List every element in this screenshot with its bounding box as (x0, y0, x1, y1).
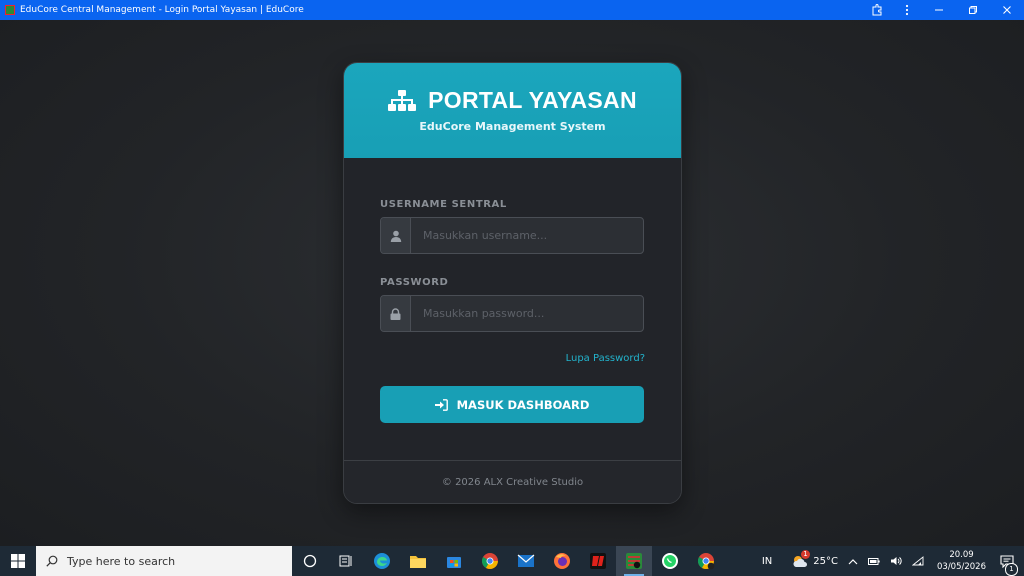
user-icon (381, 218, 411, 253)
brand-row: PORTAL YAYASAN (344, 87, 681, 114)
firefox-icon[interactable] (544, 546, 580, 576)
notification-icon[interactable]: 1 (994, 554, 1024, 576)
battery-icon[interactable] (863, 557, 885, 566)
login-button[interactable]: MASUK DASHBOARD (380, 386, 644, 423)
app-icon (5, 5, 15, 15)
sign-in-icon (434, 398, 448, 411)
username-label: USERNAME SENTRAL (380, 199, 507, 210)
login-button-label: MASUK DASHBOARD (456, 397, 590, 412)
username-input[interactable] (411, 218, 643, 253)
task-view-icon[interactable] (292, 546, 328, 576)
weather-icon: 1 (791, 550, 810, 569)
restore-icon[interactable] (956, 0, 990, 20)
notification-count: 1 (1005, 562, 1018, 576)
close-icon[interactable] (990, 0, 1024, 20)
password-input[interactable] (411, 296, 643, 331)
window-controls (862, 0, 1024, 20)
username-field (380, 217, 644, 254)
system-tray: IN 1 25°C 20.09 03/05/2026 1 (757, 546, 1024, 576)
window-title-bar: EduCore Central Management - Login Porta… (0, 0, 1024, 20)
taskbar-clock[interactable]: 20.09 03/05/2026 (929, 549, 994, 573)
wifi-icon[interactable] (907, 556, 929, 566)
password-label: PASSWORD (380, 277, 449, 288)
weather-temperature: 25°C (813, 555, 838, 567)
portal-subtitle: EduCore Management System (419, 120, 606, 133)
chrome-icon[interactable] (472, 546, 508, 576)
forgot-password-link[interactable]: Lupa Password? (566, 353, 645, 364)
card-header: PORTAL YAYASAN EduCore Management System (344, 63, 681, 158)
weather-widget[interactable]: 1 25°C (786, 550, 843, 569)
page-background: PORTAL YAYASAN EduCore Management System… (0, 20, 1024, 546)
window-title: EduCore Central Management - Login Porta… (20, 5, 304, 15)
chrome-profile-icon[interactable] (688, 546, 724, 576)
password-field (380, 295, 644, 332)
taskbar-search-box[interactable]: Type here to search (36, 546, 292, 576)
widgets-icon[interactable] (328, 546, 364, 576)
more-icon[interactable] (892, 0, 922, 20)
extensions-icon[interactable] (862, 0, 892, 20)
clock-date: 03/05/2026 (937, 562, 986, 572)
mail-icon[interactable] (508, 546, 544, 576)
chevron-up-icon[interactable] (843, 558, 863, 565)
educore-app-icon[interactable] (616, 546, 652, 576)
sitemap-icon (388, 89, 417, 111)
copyright-text: © 2026 ALX Creative Studio (441, 477, 584, 488)
portal-title: PORTAL YAYASAN (428, 87, 637, 113)
app-red-icon[interactable] (580, 546, 616, 576)
card-footer: © 2026 ALX Creative Studio (344, 460, 681, 503)
whatsapp-icon[interactable] (652, 546, 688, 576)
lock-icon (381, 296, 411, 331)
search-icon (46, 555, 58, 567)
language-indicator[interactable]: IN (757, 556, 786, 567)
login-card: PORTAL YAYASAN EduCore Management System… (343, 62, 682, 504)
minimize-icon[interactable] (922, 0, 956, 20)
edge-icon[interactable] (364, 546, 400, 576)
windows-start-icon[interactable] (0, 546, 36, 576)
taskbar: Type here to search IN 1 25°C 20.09 03/0… (0, 546, 1024, 576)
file-explorer-icon[interactable] (400, 546, 436, 576)
search-placeholder: Type here to search (67, 554, 176, 568)
weather-badge: 1 (801, 550, 810, 559)
volume-icon[interactable] (885, 556, 907, 566)
store-icon[interactable] (436, 546, 472, 576)
clock-time: 20.09 (949, 550, 974, 560)
